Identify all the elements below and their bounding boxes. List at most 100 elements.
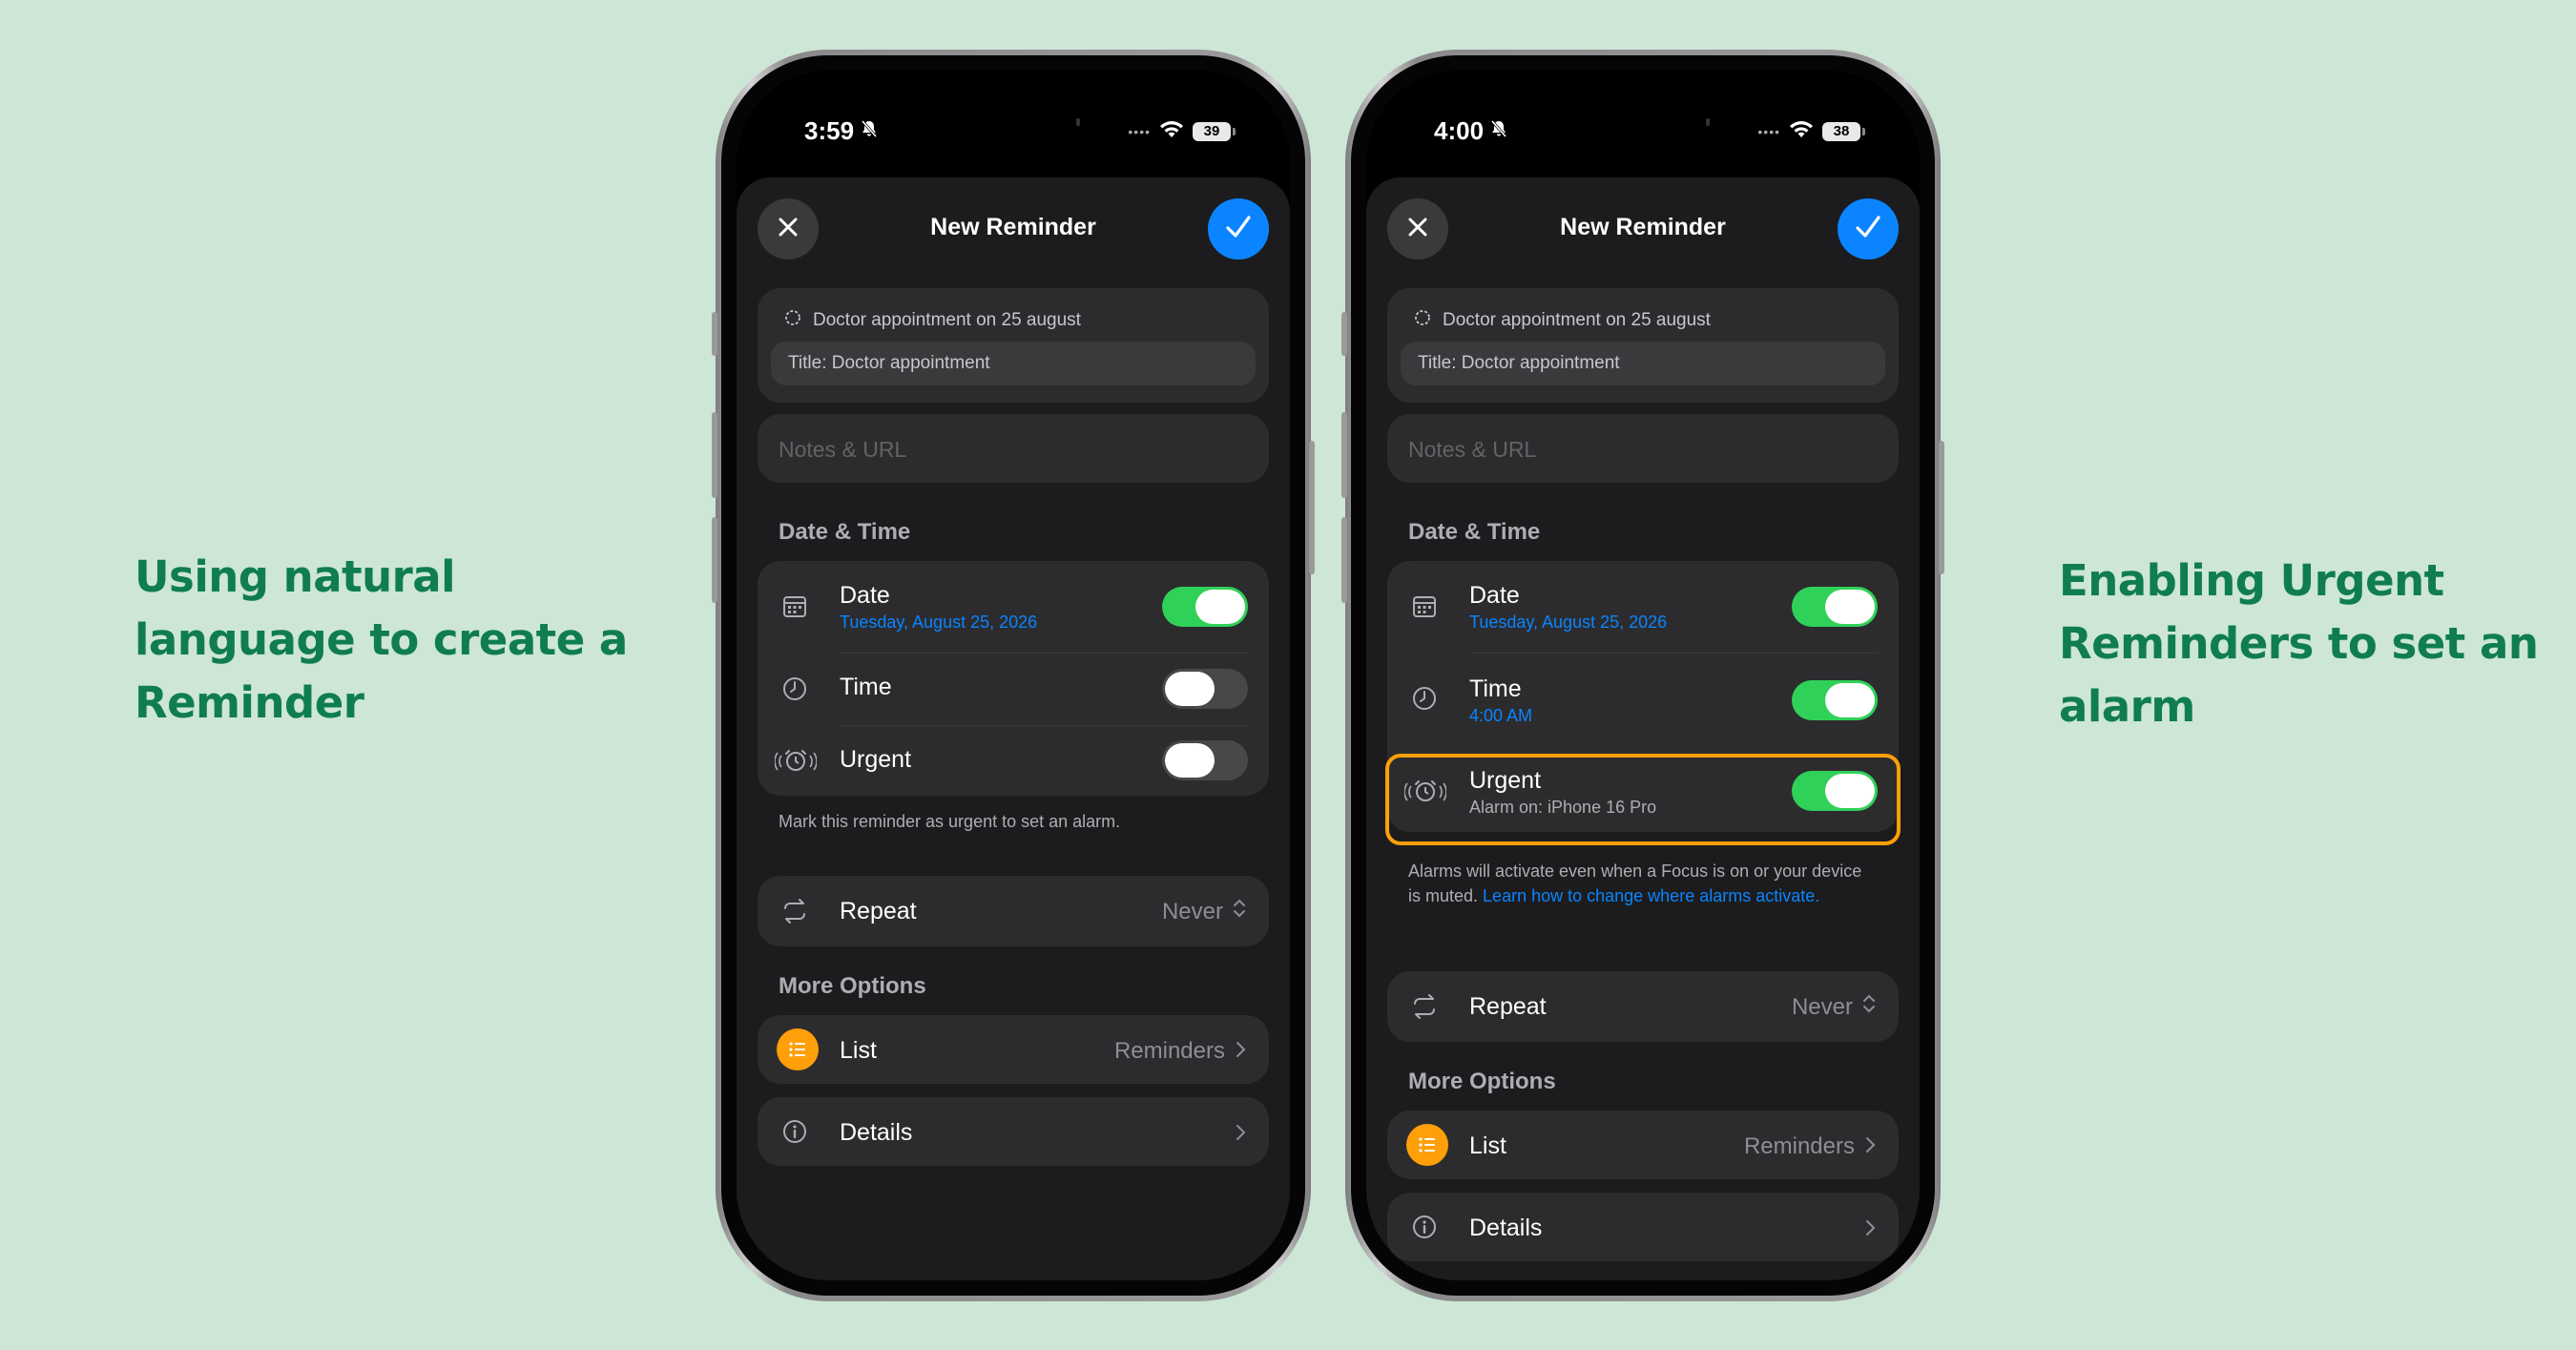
info-icon [779,1115,811,1148]
urgent-footnote: Mark this reminder as urgent to set an a… [779,812,1121,831]
signal-icon: •••• [1757,123,1780,139]
battery-icon: 39 [1193,121,1236,141]
list-row[interactable]: List Reminders [758,1015,1269,1084]
natural-language-card[interactable]: Doctor appointment on 25 august Title: D… [758,288,1269,403]
confirm-button[interactable] [1208,198,1269,260]
list-icon [1406,1124,1448,1166]
time-toggle[interactable] [1792,680,1878,720]
sparkle-icon [782,307,803,334]
date-row[interactable]: Date Tuesday, August 25, 2026 [758,561,1269,653]
alarm-settings-link[interactable]: Learn how to change where alarms activat… [1483,886,1819,905]
caption-right: Enabling Urgent Reminders to set an alar… [2059,555,2539,732]
notes-field[interactable]: Notes & URL [758,414,1269,483]
date-time-header: Date & Time [1408,519,1541,545]
status-bar: 4:00 •••• 38 [1366,71,1920,176]
repeat-value: Never [1791,993,1853,1020]
wifi-icon [1788,118,1815,144]
notes-placeholder: Notes & URL [779,437,907,462]
screen: 3:59 •••• 39 New Reminder Doctor appoint… [737,71,1290,1280]
new-reminder-sheet: New Reminder Doctor appointment on 25 au… [737,177,1290,1280]
page-title: New Reminder [930,214,1096,240]
status-time: 3:59 [804,116,855,145]
clock-icon [779,673,811,705]
chevron-updown-icon [1862,993,1876,1021]
action-button[interactable] [712,312,717,356]
list-value: Reminders [1113,1037,1225,1064]
bell-slash-icon [1489,119,1508,144]
phone-right: 4:00 •••• 38 New Reminder Doctor appoint… [1341,50,1944,1301]
date-time-card: Date Tuesday, August 25, 2026 Time Urgen… [758,561,1269,796]
date-value[interactable]: Tuesday, August 25, 2026 [840,613,1037,633]
battery-icon: 38 [1822,121,1865,141]
chevron-right-icon [1864,1132,1876,1161]
bell-slash-icon [860,119,879,144]
time-label: Time [840,674,892,700]
time-row[interactable]: Time 4:00 AM [1387,653,1899,748]
natural-language-card[interactable]: Doctor appointment on 25 august Title: D… [1387,288,1899,403]
volume-down-button[interactable] [1341,517,1347,603]
date-value[interactable]: Tuesday, August 25, 2026 [1469,613,1667,633]
natural-language-input[interactable]: Doctor appointment on 25 august [813,310,1081,331]
urgent-toggle[interactable] [1162,740,1248,780]
calendar-icon [1408,590,1441,622]
sparkle-icon [1412,307,1433,334]
natural-language-input[interactable]: Doctor appointment on 25 august [1443,310,1711,331]
status-time: 4:00 [1434,116,1485,145]
new-reminder-sheet: New Reminder Doctor appointment on 25 au… [1366,177,1920,1280]
dynamic-island [1548,95,1738,149]
repeat-row[interactable]: Repeat Never [1387,971,1899,1042]
urgent-row[interactable]: Urgent [758,725,1269,796]
notes-placeholder: Notes & URL [1408,437,1537,462]
details-row[interactable]: Details [1387,1193,1899,1261]
action-button[interactable] [1341,312,1347,356]
screen: 4:00 •••• 38 New Reminder Doctor appoint… [1366,71,1920,1280]
chevron-right-icon [1864,1215,1876,1244]
chevron-right-icon [1235,1119,1246,1149]
volume-up-button[interactable] [1341,412,1347,498]
urgent-footnote: Alarms will activate even when a Focus i… [1408,859,1878,908]
checkmark-icon [1852,211,1884,248]
repeat-label: Repeat [1469,993,1547,1020]
alarm-icon [775,744,817,777]
time-row[interactable]: Time [758,653,1269,725]
list-value: Reminders [1743,1132,1855,1159]
caption-left: Using natural language to create a Remin… [135,551,628,728]
volume-up-button[interactable] [712,412,717,498]
dynamic-island [918,95,1109,149]
date-label: Date [1469,582,1520,609]
list-label: List [840,1037,877,1064]
repeat-value: Never [1161,898,1223,924]
date-row[interactable]: Date Tuesday, August 25, 2026 [1387,561,1899,653]
status-bar: 3:59 •••• 39 [737,71,1290,176]
parsed-title-chip[interactable]: Title: Doctor appointment [1401,342,1885,385]
more-options-header: More Options [779,973,926,999]
page-title: New Reminder [1560,214,1726,240]
clock-icon [1408,682,1441,715]
date-label: Date [840,582,890,609]
repeat-icon [1408,990,1441,1023]
repeat-icon [779,895,811,927]
phone-left: 3:59 •••• 39 New Reminder Doctor appoint… [712,50,1315,1301]
time-toggle[interactable] [1162,669,1248,709]
wifi-icon [1158,118,1185,144]
repeat-row[interactable]: Repeat Never [758,876,1269,946]
date-time-header: Date & Time [779,519,911,545]
parsed-title-chip[interactable]: Title: Doctor appointment [771,342,1256,385]
side-button[interactable] [1309,441,1315,574]
volume-down-button[interactable] [712,517,717,603]
details-label: Details [840,1119,913,1146]
notes-field[interactable]: Notes & URL [1387,414,1899,483]
date-toggle[interactable] [1792,587,1878,627]
details-row[interactable]: Details [758,1097,1269,1166]
info-icon [1408,1211,1441,1243]
calendar-icon [779,590,811,622]
confirm-button[interactable] [1838,198,1899,260]
details-label: Details [1469,1215,1543,1241]
chevron-updown-icon [1233,898,1246,925]
urgent-label: Urgent [840,746,912,773]
time-value[interactable]: 4:00 AM [1469,706,1532,726]
urgent-highlight-box [1385,754,1901,845]
side-button[interactable] [1939,441,1944,574]
date-toggle[interactable] [1162,587,1248,627]
list-row[interactable]: List Reminders [1387,1111,1899,1179]
